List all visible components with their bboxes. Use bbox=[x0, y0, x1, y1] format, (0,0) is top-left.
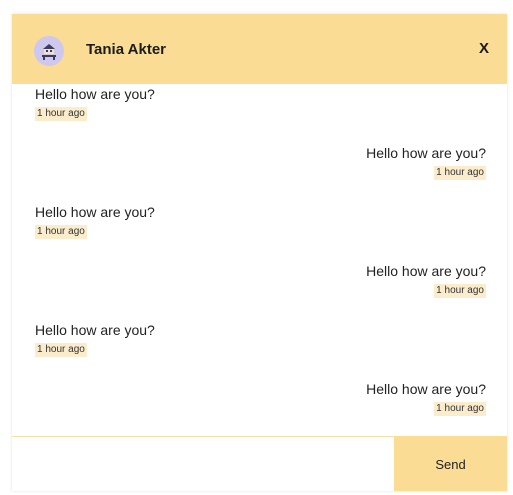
message-input[interactable] bbox=[12, 437, 394, 491]
message-text: Hello how are you? bbox=[366, 263, 486, 279]
send-button[interactable]: Send bbox=[394, 436, 507, 491]
chat-window: Tania Akter X Hello how are you? 1 hour … bbox=[12, 14, 507, 491]
message-list[interactable]: Hello how are you? 1 hour ago Hello how … bbox=[12, 84, 507, 436]
message-text: Hello how are you? bbox=[366, 145, 486, 161]
message-text: Hello how are you? bbox=[35, 322, 155, 338]
user-avatar-icon bbox=[34, 36, 64, 66]
message-timestamp: 1 hour ago bbox=[35, 107, 87, 121]
sent-message: Hello how are you? 1 hour ago bbox=[366, 263, 486, 298]
message-timestamp: 1 hour ago bbox=[434, 284, 486, 298]
message-text: Hello how are you? bbox=[366, 381, 486, 397]
chat-header: Tania Akter X bbox=[12, 14, 507, 84]
close-icon[interactable]: X bbox=[473, 36, 495, 62]
message-timestamp: 1 hour ago bbox=[434, 402, 486, 416]
received-message: Hello how are you? 1 hour ago bbox=[35, 204, 155, 239]
received-message: Hello how are you? 1 hour ago bbox=[35, 322, 155, 357]
contact-name: Tania Akter bbox=[86, 41, 167, 58]
received-message: Hello how are you? 1 hour ago bbox=[35, 86, 155, 121]
message-timestamp: 1 hour ago bbox=[35, 225, 87, 239]
message-timestamp: 1 hour ago bbox=[434, 166, 486, 180]
message-composer: Send bbox=[12, 436, 507, 491]
message-timestamp: 1 hour ago bbox=[35, 343, 87, 357]
sent-message: Hello how are you? 1 hour ago bbox=[366, 381, 486, 416]
message-text: Hello how are you? bbox=[35, 86, 155, 102]
sent-message: Hello how are you? 1 hour ago bbox=[366, 145, 486, 180]
message-text: Hello how are you? bbox=[35, 204, 155, 220]
